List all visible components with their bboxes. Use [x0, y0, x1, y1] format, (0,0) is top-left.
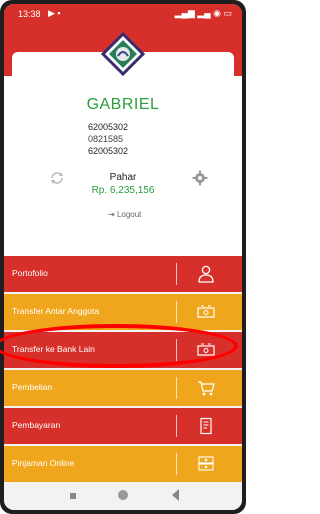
menu-item-label: Transfer Antar Anggota	[12, 306, 100, 316]
menu-divider	[176, 377, 177, 399]
user-name: GABRIEL	[86, 96, 160, 113]
menu-item-label: Pinjaman Online	[12, 458, 75, 468]
signal-wifi-battery-icons: ▂▄▆ ▂▄ ◉ ▭	[174, 8, 232, 18]
menu-divider	[176, 453, 177, 475]
recent-apps-button[interactable]	[70, 493, 76, 499]
menu-item-label: Pembayaran	[12, 420, 61, 430]
menu-item-portofolio[interactable]: Portofolio	[4, 256, 242, 292]
phone-number: 0821585	[88, 134, 124, 144]
android-nav-bar	[4, 482, 242, 510]
app-screen: 13:38 ▶ ▪ ▂▄▆ ▂▄ ◉ ▭ GABRIEL 62005302 08…	[4, 4, 242, 510]
menu-item-label: Transfer ke Bank Lain	[12, 344, 95, 354]
status-bar: 13:38 ▶ ▪ ▂▄▆ ▂▄ ◉ ▭	[4, 4, 242, 26]
user-icon	[198, 265, 214, 283]
logout-icon: ⇥	[108, 210, 117, 219]
menu-item-pembayaran[interactable]: Pembayaran	[4, 408, 242, 444]
phone-frame: 13:38 ▶ ▪ ▂▄▆ ▂▄ ◉ ▭ GABRIEL 62005302 08…	[0, 0, 246, 514]
cash-stack-icon	[198, 456, 214, 471]
cart-icon	[198, 381, 215, 396]
home-button[interactable]	[118, 490, 128, 500]
gear-icon[interactable]	[192, 170, 208, 186]
menu-divider	[176, 263, 177, 285]
account-number: 62005302	[88, 122, 129, 132]
money-icon	[197, 343, 215, 356]
menu-divider	[176, 415, 177, 437]
menu-item-label: Pembelian	[12, 382, 53, 392]
notification-icons: ▶ ▪	[48, 8, 61, 18]
menu-item-pinjaman-online[interactable]: Pinjaman Online	[4, 446, 242, 482]
menu-item-label: Portofolio	[12, 268, 48, 278]
menu-divider	[176, 339, 177, 361]
menu-item-pembelian[interactable]: Pembelian	[4, 370, 242, 406]
logout-button[interactable]: ⇥ Logout	[108, 210, 141, 219]
back-button[interactable]	[172, 489, 179, 501]
account-number: 62005302	[88, 146, 129, 156]
logout-label: Logout	[116, 210, 142, 219]
balance-amount: Rp. 6,235,156	[91, 185, 155, 196]
status-time: 13:38	[18, 9, 41, 19]
money-icon	[197, 305, 215, 318]
menu-item-transfer-antar-anggota[interactable]: Transfer Antar Anggota	[4, 294, 242, 330]
app-logo	[101, 32, 145, 76]
menu-item-transfer-ke-bank-lain[interactable]: Transfer ke Bank Lain	[4, 332, 242, 368]
menu-divider	[176, 301, 177, 323]
receipt-icon	[200, 417, 212, 435]
